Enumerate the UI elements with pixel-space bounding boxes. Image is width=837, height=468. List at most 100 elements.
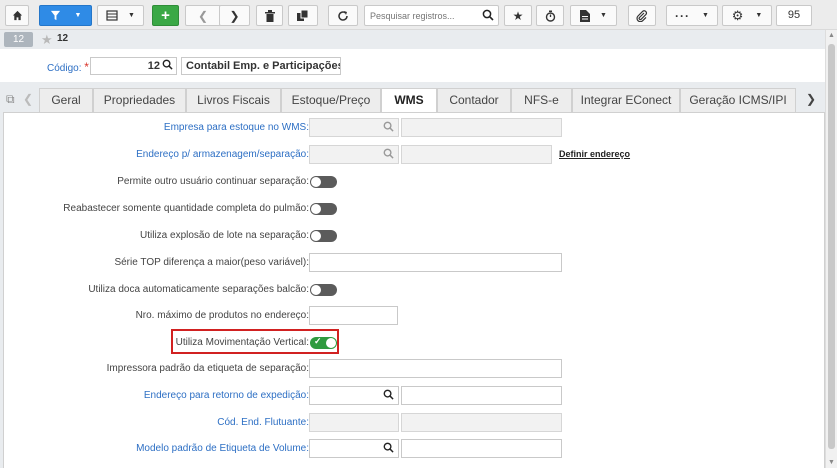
- vertical-scrollbar[interactable]: ▲ ▼: [825, 30, 837, 468]
- endereco-retorno-name-field[interactable]: [401, 386, 562, 405]
- row-permite-outro-usuario: Permite outro usuário continuar separaçã…: [4, 172, 824, 192]
- search-icon[interactable]: [482, 9, 494, 21]
- chevron-down-icon: ▼: [755, 12, 763, 19]
- reabastecer-toggle[interactable]: [310, 203, 337, 215]
- definir-endereco-link[interactable]: Definir endereço: [559, 149, 630, 159]
- doca-balcao-toggle[interactable]: [310, 284, 337, 296]
- endereco-armazenagem-label[interactable]: Endereço p/ armazenagem/separação:: [136, 149, 309, 160]
- search-icon[interactable]: [383, 389, 394, 400]
- add-record-button[interactable]: +: [152, 5, 179, 26]
- next-record-button[interactable]: ❯: [219, 5, 250, 26]
- scrollbar-thumb[interactable]: [828, 44, 835, 449]
- tab-propriedades[interactable]: Propriedades: [93, 88, 186, 112]
- tab-estoque-preco[interactable]: Estoque/Preço: [281, 88, 381, 112]
- cod-end-flutuante-label[interactable]: Cód. End. Flutuante:: [217, 417, 309, 428]
- star-icon: ★: [512, 8, 524, 23]
- row-doca-balcao: Utiliza doca automaticamente separações …: [4, 280, 824, 300]
- record-badge: 12: [4, 32, 33, 47]
- permite-outro-usuario-toggle[interactable]: [310, 176, 337, 188]
- more-icon: ···: [675, 8, 691, 23]
- row-explosao-lote: Utiliza explosão de lote na separação:: [4, 226, 824, 246]
- chevron-right-icon: ❯: [229, 8, 240, 23]
- code-value: 12: [147, 60, 160, 72]
- stopwatch-icon: [545, 10, 555, 22]
- nro-maximo-field[interactable]: [309, 306, 398, 325]
- tabs-scroll-right-icon[interactable]: ❯: [806, 92, 816, 106]
- tab-wms[interactable]: WMS: [381, 88, 437, 113]
- scroll-down-icon[interactable]: ▼: [828, 459, 835, 466]
- row-endereco-retorno: Endereço para retorno de expedição:: [4, 386, 824, 406]
- timer-button[interactable]: [536, 5, 564, 26]
- refresh-icon: [338, 10, 348, 21]
- search-icon[interactable]: [162, 59, 173, 70]
- empresa-estoque-code-field: [309, 118, 399, 137]
- chevron-down-icon: ▼: [74, 12, 82, 19]
- duplicate-button[interactable]: [288, 5, 318, 26]
- scroll-up-icon[interactable]: ▲: [828, 32, 835, 39]
- highlight-box: [171, 329, 339, 354]
- tab-contador[interactable]: Contador: [437, 88, 511, 112]
- view-options-button[interactable]: ▼: [97, 5, 144, 26]
- chevron-left-icon: ❮: [197, 8, 209, 23]
- empresa-estoque-name-field: [401, 118, 562, 137]
- previous-record-button[interactable]: ❮: [185, 5, 221, 26]
- row-modelo-etiqueta: Modelo padrão de Etiqueta de Volume:: [4, 439, 824, 459]
- home-button[interactable]: [5, 5, 29, 26]
- tab-nfs-e[interactable]: NFS-e: [511, 88, 572, 112]
- code-label: Código: *: [47, 60, 89, 74]
- settings-button[interactable]: ⚙ ▼: [722, 5, 772, 26]
- trash-icon: [264, 9, 275, 22]
- attach-button[interactable]: [628, 5, 656, 26]
- modelo-etiqueta-code-field[interactable]: [309, 439, 399, 458]
- delete-button[interactable]: [256, 5, 283, 26]
- tab-integrar-econect[interactable]: Integrar EConect: [572, 88, 680, 112]
- tab-livros-fiscais[interactable]: Livros Fiscais: [186, 88, 281, 112]
- code-field[interactable]: 12: [90, 57, 177, 75]
- impressora-field[interactable]: [309, 359, 562, 378]
- plus-icon: +: [161, 7, 170, 24]
- cod-end-flutuante-name-field: [401, 413, 562, 432]
- chevron-down-icon: ▼: [702, 12, 709, 19]
- paperclip-icon: [636, 9, 647, 22]
- empresa-estoque-label[interactable]: Empresa para estoque no WMS:: [164, 122, 309, 133]
- company-name-field[interactable]: Contabil Emp. e Participações S/: [181, 57, 341, 75]
- refresh-button[interactable]: [328, 5, 358, 26]
- serie-top-field[interactable]: [309, 253, 562, 272]
- row-impressora: Impressora padrão da etiqueta de separaç…: [4, 359, 824, 379]
- list-view-icon: [106, 10, 118, 21]
- filter-icon: [50, 10, 60, 21]
- modelo-etiqueta-label[interactable]: Modelo padrão de Etiqueta de Volume:: [136, 443, 309, 454]
- chevron-down-icon: ▼: [128, 12, 135, 19]
- row-cod-end-flutuante: Cód. End. Flutuante:: [4, 413, 824, 433]
- modelo-etiqueta-name-field[interactable]: [401, 439, 562, 458]
- page-size-field[interactable]: 95: [776, 5, 812, 26]
- row-empresa-estoque: Empresa para estoque no WMS:: [4, 118, 824, 138]
- doca-balcao-label: Utiliza doca automaticamente separações …: [88, 284, 309, 295]
- endereco-retorno-code-field[interactable]: [309, 386, 399, 405]
- tab-geral[interactable]: Geral: [39, 88, 93, 112]
- favorite-button[interactable]: ★: [504, 5, 532, 26]
- row-nro-maximo: Nro. máximo de produtos no endereço:: [4, 306, 824, 326]
- tabs-menu-icon[interactable]: ⧉: [6, 92, 15, 107]
- filter-button[interactable]: ▼: [39, 5, 92, 26]
- row-endereco-armazenagem: Endereço p/ armazenagem/separação: Defin…: [4, 145, 824, 165]
- wms-form-panel: Empresa para estoque no WMS: Endereço p/…: [3, 112, 825, 468]
- header-form: Código: * 12 Contabil Emp. e Participaçõ…: [0, 49, 825, 82]
- impressora-label: Impressora padrão da etiqueta de separaç…: [106, 363, 309, 374]
- search-input[interactable]: [365, 6, 477, 25]
- home-icon: [12, 10, 22, 21]
- record-label: 12: [57, 33, 69, 44]
- tab-bar: ⧉ ❮ Geral Propriedades Livros Fiscais Es…: [0, 88, 825, 113]
- tabs-scroll-left-icon[interactable]: ❮: [23, 92, 33, 106]
- endereco-retorno-label[interactable]: Endereço para retorno de expedição:: [144, 390, 309, 401]
- more-actions-button[interactable]: ··· ▼: [666, 5, 718, 26]
- reabastecer-label: Reabastecer somente quantidade completa …: [63, 203, 309, 214]
- explosao-lote-toggle[interactable]: [310, 230, 337, 242]
- main-toolbar: ▼ ▼ + ❮ ❯ ★ ▼ ··· ▼ ⚙ ▼ 95: [0, 0, 837, 30]
- cod-end-flutuante-code-field: [309, 413, 399, 432]
- tab-geracao-icms-ipi[interactable]: Geração ICMS/IPI: [680, 88, 796, 112]
- search-icon[interactable]: [383, 442, 394, 453]
- permite-outro-usuario-label: Permite outro usuário continuar separaçã…: [117, 176, 309, 187]
- export-button[interactable]: ▼: [570, 5, 617, 26]
- star-icon[interactable]: ★: [41, 32, 53, 47]
